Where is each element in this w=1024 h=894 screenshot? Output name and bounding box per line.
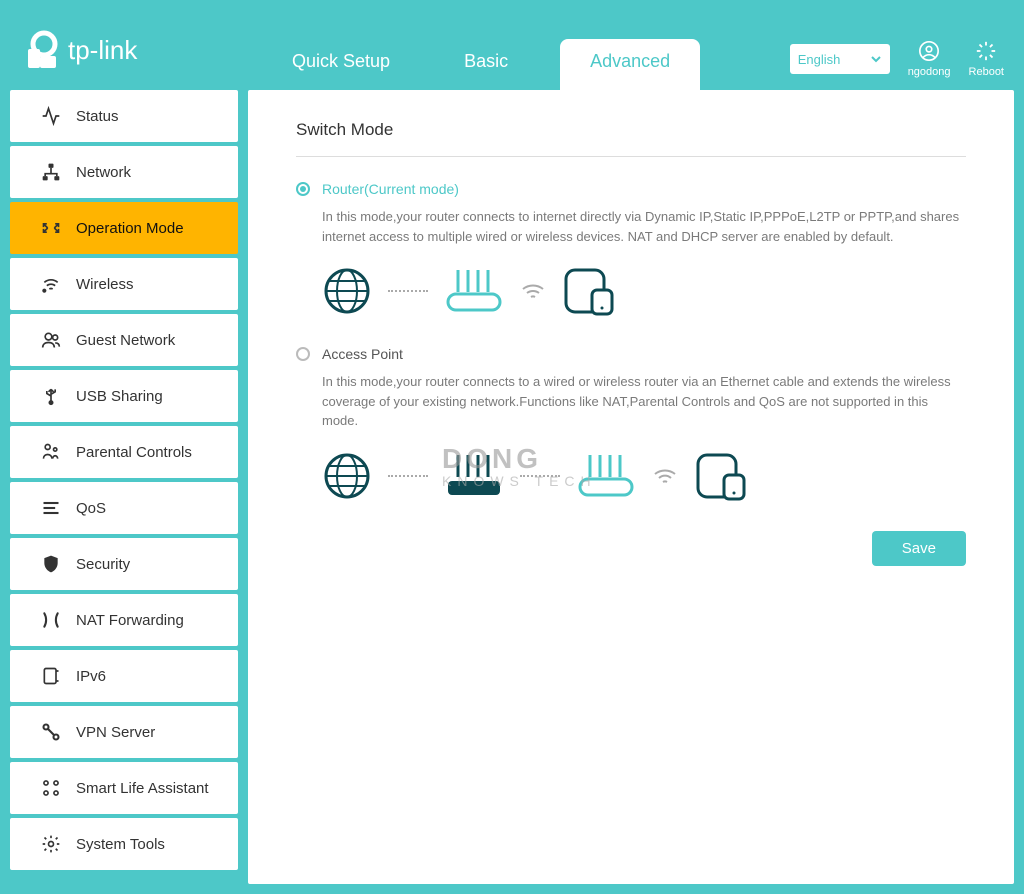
tab-basic[interactable]: Basic (442, 39, 530, 90)
connector-dots (520, 475, 560, 477)
reboot-icon (975, 40, 997, 62)
diagram-ap: DONG KNOWS TECH (322, 451, 966, 501)
sidebar-item-nat-forwarding[interactable]: NAT Forwarding (10, 594, 238, 646)
apps-icon (40, 777, 62, 799)
sidebar: Status Network Operation Mode Wireless G (10, 90, 238, 884)
sidebar-item-label: VPN Server (76, 724, 155, 741)
mode-ap-label: Access Point (322, 346, 403, 362)
user-button[interactable]: ngodong (908, 40, 951, 78)
sidebar-item-qos[interactable]: QoS (10, 482, 238, 534)
sidebar-item-label: Operation Mode (76, 220, 184, 237)
sidebar-item-operation-mode[interactable]: Operation Mode (10, 202, 238, 254)
language-value: English (798, 52, 841, 67)
shield-icon (40, 553, 62, 575)
sidebar-item-wireless[interactable]: Wireless (10, 258, 238, 310)
sidebar-item-label: Status (76, 108, 119, 125)
mode-router-block: Router(Current mode) In this mode,your r… (296, 181, 966, 316)
sidebar-item-label: Wireless (76, 276, 134, 293)
usb-icon (40, 385, 62, 407)
mode-router-desc: In this mode,your router connects to int… (322, 207, 966, 246)
guest-icon (40, 329, 62, 351)
sidebar-item-guest-network[interactable]: Guest Network (10, 314, 238, 366)
page-title: Switch Mode (296, 120, 966, 157)
nat-icon (40, 609, 62, 631)
sidebar-item-label: Parental Controls (76, 444, 192, 461)
sidebar-item-ipv6[interactable]: IPv6 (10, 650, 238, 702)
connector-dots (388, 290, 428, 292)
sidebar-item-label: Guest Network (76, 332, 175, 349)
parental-icon (40, 441, 62, 463)
main-nav: Quick Setup Basic Advanced (270, 0, 700, 90)
sidebar-item-smart-life[interactable]: Smart Life Assistant (10, 762, 238, 814)
wifi-icon (40, 273, 62, 295)
sidebar-item-security[interactable]: Security (10, 538, 238, 590)
radio-ap[interactable] (296, 347, 310, 361)
wifi-signal-icon (652, 466, 678, 486)
ipv6-icon (40, 665, 62, 687)
language-select[interactable]: English (790, 44, 890, 74)
router-icon (444, 268, 504, 314)
tab-advanced[interactable]: Advanced (560, 39, 700, 90)
sidebar-item-parental-controls[interactable]: Parental Controls (10, 426, 238, 478)
save-button[interactable]: Save (872, 531, 966, 566)
qos-icon (40, 497, 62, 519)
globe-icon (322, 451, 372, 501)
reboot-button[interactable]: Reboot (969, 40, 1004, 78)
existing-router-icon (444, 453, 504, 499)
sidebar-item-label: System Tools (76, 836, 165, 853)
tab-quick-setup[interactable]: Quick Setup (270, 39, 412, 90)
brand-logo: tp-link (18, 28, 137, 72)
mode-ap-desc: In this mode,your router connects to a w… (322, 372, 966, 431)
tplink-logo-icon (18, 28, 62, 72)
sidebar-item-status[interactable]: Status (10, 90, 238, 142)
vpn-icon (40, 721, 62, 743)
mode-router-label: Router(Current mode) (322, 181, 459, 197)
radio-router[interactable] (296, 182, 310, 196)
network-icon (40, 161, 62, 183)
sidebar-item-vpn-server[interactable]: VPN Server (10, 706, 238, 758)
devices-icon (694, 451, 748, 501)
chevron-down-icon (870, 53, 882, 65)
router-icon (576, 453, 636, 499)
brand-text: tp-link (68, 35, 137, 66)
sidebar-item-label: Smart Life Assistant (76, 780, 209, 797)
diagram-router (322, 266, 966, 316)
globe-icon (322, 266, 372, 316)
sidebar-item-label: Security (76, 556, 130, 573)
connector-dots (388, 475, 428, 477)
sidebar-item-label: USB Sharing (76, 388, 163, 405)
sidebar-item-system-tools[interactable]: System Tools (10, 818, 238, 870)
sidebar-item-label: QoS (76, 500, 106, 517)
mode-ap-option[interactable]: Access Point (296, 346, 966, 362)
mode-ap-block: Access Point In this mode,your router co… (296, 346, 966, 501)
wifi-signal-icon (520, 281, 546, 301)
operation-mode-icon (40, 217, 62, 239)
activity-icon (40, 105, 62, 127)
gear-icon (40, 833, 62, 855)
sidebar-item-label: NAT Forwarding (76, 612, 184, 629)
devices-icon (562, 266, 616, 316)
user-icon (918, 40, 940, 62)
sidebar-item-network[interactable]: Network (10, 146, 238, 198)
user-label: ngodong (908, 66, 951, 78)
sidebar-item-usb-sharing[interactable]: USB Sharing (10, 370, 238, 422)
sidebar-item-label: IPv6 (76, 668, 106, 685)
main-panel: Switch Mode Router(Current mode) In this… (248, 90, 1014, 884)
mode-router-option[interactable]: Router(Current mode) (296, 181, 966, 197)
sidebar-item-label: Network (76, 164, 131, 181)
reboot-label: Reboot (969, 66, 1004, 78)
